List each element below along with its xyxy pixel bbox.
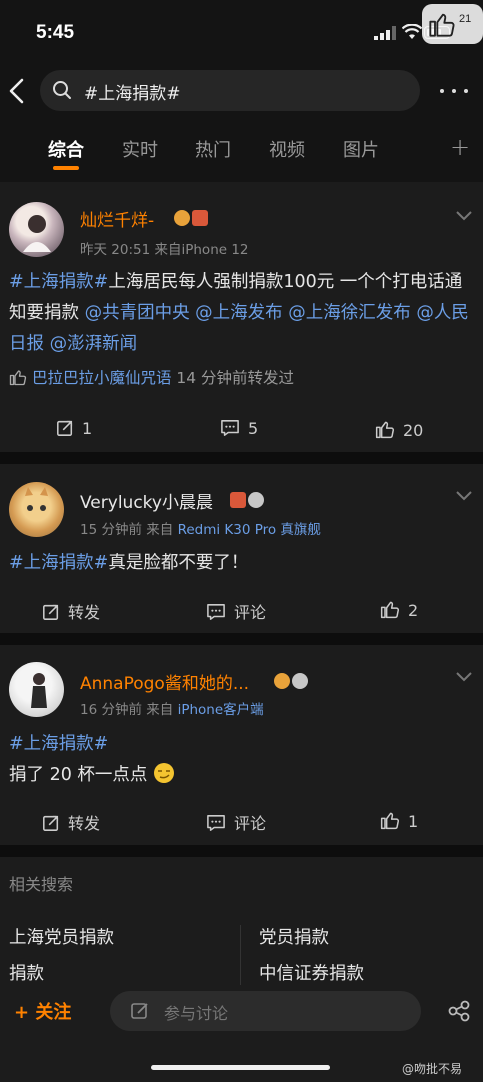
post-text: #上海捐款#真是脸都不要了！ [9, 553, 249, 573]
like-button[interactable]: 2 [380, 599, 418, 620]
home-indicator[interactable] [151, 1065, 330, 1070]
tab-hot[interactable]: 热门 [195, 136, 231, 162]
thumbs-up-icon [429, 13, 455, 37]
active-tab-indicator [53, 166, 79, 170]
post-text: #上海捐款#上海居民每人强制捐款100元 一个个打电话通知要捐款 @共青团中央 … [9, 272, 469, 354]
tab-images[interactable]: 图片 [343, 136, 379, 162]
signal-icon [374, 26, 396, 40]
comment-icon [221, 420, 239, 436]
divider [240, 925, 241, 987]
repost-button[interactable]: 1 [56, 419, 92, 438]
comment-icon [207, 604, 225, 620]
floating-like-widget[interactable]: 21 [422, 4, 483, 44]
wifi-icon [402, 24, 422, 39]
avatar[interactable] [9, 202, 64, 257]
post-username[interactable]: 灿烂千烊- [80, 206, 154, 231]
repost-icon [43, 815, 59, 831]
chevron-down-icon[interactable] [455, 490, 473, 502]
divider [0, 633, 483, 645]
post-text: #上海捐款# 捐了 20 杯一点点 [9, 729, 479, 791]
member-badge-icon [228, 491, 264, 510]
thumbs-up-icon [380, 812, 400, 830]
thumbs-up-icon [380, 601, 400, 619]
thumbs-up-icon [9, 370, 27, 386]
floating-like-count: 21 [459, 13, 472, 25]
post-card[interactable]: 灿烂千烊- 昨天 20:51 来自iPhone 12 #上海捐款#上海居民每人强… [0, 182, 483, 452]
comment-input[interactable]: 参与讨论 [110, 991, 421, 1031]
related-searches-title: 相关搜索 [9, 875, 74, 894]
smirk-emoji-icon [153, 763, 174, 783]
share-icon[interactable] [447, 1000, 471, 1022]
thumbs-up-icon [375, 421, 395, 439]
repost-user[interactable]: 巴拉巴拉小魔仙咒语 [32, 369, 172, 387]
repost-icon [43, 604, 59, 620]
follow-button[interactable]: + 关注 [14, 998, 71, 1024]
like-button[interactable]: 20 [375, 419, 423, 440]
more-options-icon[interactable] [438, 80, 470, 100]
comment-button[interactable]: 5 [220, 419, 258, 438]
post-username[interactable]: AnnaPogo酱和她的... [80, 669, 249, 694]
post-card[interactable]: Verylucky小晨晨 15 分钟前 来自 Redmi K30 Pro 真旗舰… [0, 464, 483, 633]
avatar[interactable] [9, 662, 64, 717]
comment-button[interactable]: 评论 [206, 599, 266, 623]
related-search-item[interactable]: 捐款 [9, 960, 44, 985]
post-meta: 15 分钟前 来自 Redmi K30 Pro 真旗舰 [80, 522, 321, 538]
divider [0, 845, 483, 857]
tab-realtime[interactable]: 实时 [122, 136, 158, 162]
repost-icon [57, 420, 73, 436]
repost-info: 巴拉巴拉小魔仙咒语 14 分钟前转发过 [9, 366, 294, 388]
post-meta: 昨天 20:51 来自iPhone 12 [80, 242, 249, 258]
divider [0, 452, 483, 464]
status-time: 5:45 [36, 22, 75, 43]
comment-button[interactable]: 评论 [206, 810, 266, 834]
search-icon [53, 81, 71, 99]
plus-icon: + [14, 1002, 36, 1023]
repost-button[interactable]: 转发 [42, 599, 100, 623]
related-search-item[interactable]: 党员捐款 [259, 924, 329, 949]
tab-video[interactable]: 视频 [269, 136, 305, 162]
repost-button[interactable]: 转发 [42, 810, 100, 834]
search-input[interactable]: #上海捐款# [40, 70, 420, 111]
add-tab-icon[interactable]: + [450, 133, 470, 161]
post-username[interactable]: Verylucky小晨晨 [80, 488, 213, 513]
chevron-down-icon[interactable] [455, 671, 473, 683]
search-query: #上海捐款# [84, 84, 181, 104]
back-arrow-icon[interactable] [6, 76, 28, 106]
edit-icon [131, 1003, 148, 1019]
chevron-down-icon[interactable] [455, 210, 473, 222]
watermark: @吻批不易 [402, 1062, 463, 1076]
like-button[interactable]: 1 [380, 810, 418, 831]
member-badge-icon [172, 209, 208, 228]
post-meta: 16 分钟前 来自 iPhone客户端 [80, 702, 264, 718]
avatar[interactable] [9, 482, 64, 537]
tab-comprehensive[interactable]: 综合 [48, 136, 84, 162]
post-card[interactable]: AnnaPogo酱和她的... 16 分钟前 来自 iPhone客户端 #上海捐… [0, 645, 483, 845]
related-search-item[interactable]: 中信证券捐款 [259, 960, 364, 985]
member-badge-icon [272, 672, 308, 691]
related-search-item[interactable]: 上海党员捐款 [9, 924, 114, 949]
comment-icon [207, 815, 225, 831]
